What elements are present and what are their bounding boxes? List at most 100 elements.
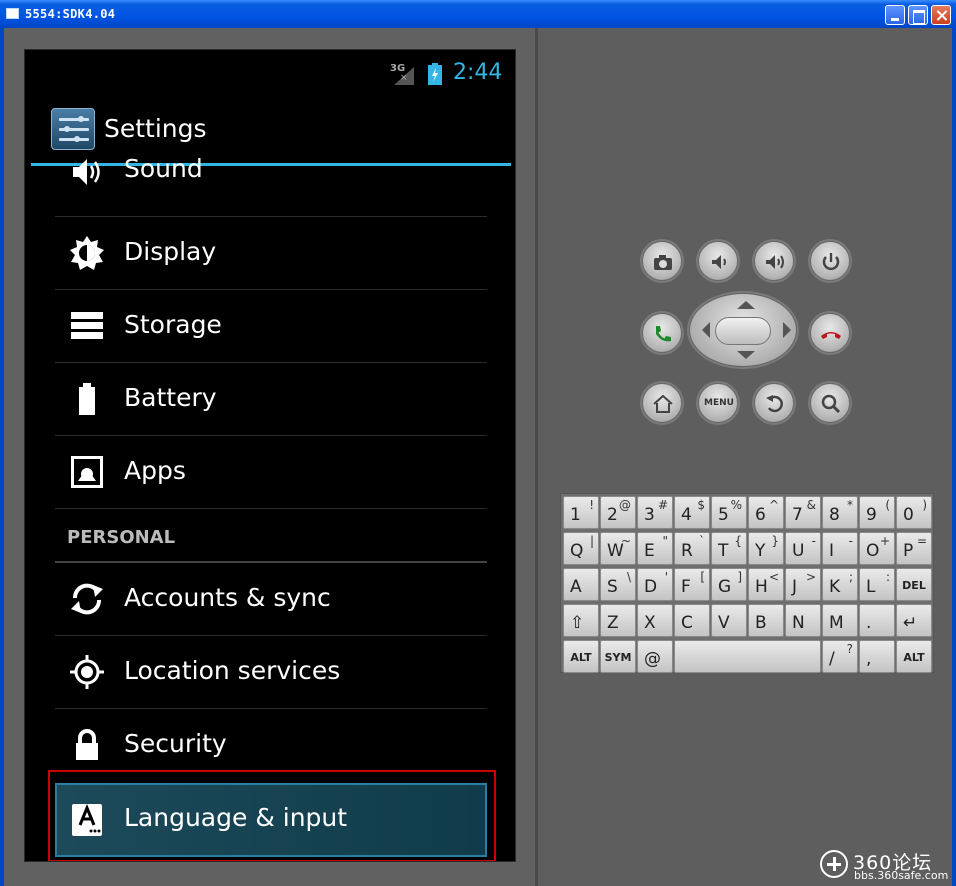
key-8[interactable]: 8 * [822, 496, 858, 529]
key-secondary-label: [ [700, 570, 705, 584]
call-button[interactable] [642, 313, 682, 353]
menu-button[interactable]: MENU [698, 383, 738, 423]
dpad-down-icon[interactable] [737, 351, 755, 359]
key-0[interactable]: 0) [896, 496, 932, 529]
key-e[interactable]: E " [637, 532, 673, 565]
key-label: / [829, 649, 835, 669]
key-label: 4 [681, 505, 692, 525]
key-a[interactable]: A [563, 568, 599, 601]
settings-item-apps[interactable]: Apps [55, 436, 487, 509]
minimize-button[interactable] [885, 5, 905, 25]
dpad-left-icon[interactable] [702, 322, 710, 338]
close-button[interactable] [931, 5, 951, 25]
key-secondary-label: " [662, 534, 668, 548]
key-secondary-label: \ [626, 570, 631, 584]
key-h[interactable]: H < [748, 568, 784, 601]
key-g[interactable]: G] [711, 568, 747, 601]
key-t[interactable]: T{ [711, 532, 747, 565]
dpad-right-icon[interactable] [783, 322, 791, 338]
key-label: 7 [792, 505, 803, 525]
key-21e7[interactable]: ⇧ [563, 604, 599, 637]
key-secondary-label: | [589, 534, 594, 548]
settings-item-accounts-sync[interactable]: Accounts & sync [55, 563, 487, 636]
key-sym[interactable]: SYM [600, 640, 636, 673]
key-n[interactable]: N [785, 604, 821, 637]
key-label: V [718, 613, 730, 633]
dpad-center-button[interactable] [715, 317, 771, 345]
key-w[interactable]: W ~ [600, 532, 636, 565]
key-u[interactable]: U- [785, 532, 821, 565]
key-secondary-label: > [805, 570, 816, 584]
home-button[interactable] [642, 383, 682, 423]
window-titlebar[interactable]: 5554:SDK4.04 [0, 0, 956, 28]
key-m[interactable]: M [822, 604, 858, 637]
window-title: 5554:SDK4.04 [25, 7, 116, 21]
key-alt[interactable]: ALT [896, 640, 932, 673]
key-c[interactable]: C [674, 604, 710, 637]
key-5[interactable]: 5% [711, 496, 747, 529]
key-r[interactable]: R ` [674, 532, 710, 565]
dpad-up-icon[interactable] [737, 301, 755, 309]
key-2e[interactable]: . [859, 604, 895, 637]
key-secondary-label: + [879, 534, 890, 548]
settings-item-location[interactable]: Location services [55, 636, 487, 709]
key-label: ⇧ [570, 613, 585, 633]
key-40[interactable]: @ [637, 640, 673, 673]
key-4[interactable]: 4 $ [674, 496, 710, 529]
key-secondary-label: = [916, 534, 927, 548]
selection-annotation-box [48, 770, 496, 861]
key-j[interactable]: J > [785, 568, 821, 601]
key-y[interactable]: Y} [748, 532, 784, 565]
key-2f[interactable]: /? [822, 640, 858, 673]
key-space[interactable] [674, 640, 821, 673]
key-q[interactable]: Q | [563, 532, 599, 565]
key-label: A [570, 577, 582, 597]
search-button[interactable] [810, 383, 850, 423]
key-1[interactable]: 1! [563, 496, 599, 529]
key-f[interactable]: F[ [674, 568, 710, 601]
key-i[interactable]: I- [822, 532, 858, 565]
key-7[interactable]: 7 & [785, 496, 821, 529]
key-x[interactable]: X [637, 604, 673, 637]
key-9[interactable]: 9( [859, 496, 895, 529]
key-secondary-label: - [811, 534, 816, 548]
key-d[interactable]: D ' [637, 568, 673, 601]
key-21b5[interactable]: ↵ [896, 604, 932, 637]
camera-button[interactable] [642, 241, 682, 281]
key-del[interactable]: DEL [896, 568, 932, 601]
key-v[interactable]: V [711, 604, 747, 637]
key-label: G [718, 577, 732, 597]
key-secondary-label: % [730, 498, 742, 512]
key-alt[interactable]: ALT [563, 640, 599, 673]
key-2c[interactable]: , [859, 640, 895, 673]
key-6[interactable]: 6 ^ [748, 496, 784, 529]
maximize-button[interactable] [908, 5, 928, 25]
key-b[interactable]: B [748, 604, 784, 637]
key-label: 9 [866, 505, 877, 525]
settings-item-display[interactable]: Display [55, 217, 487, 290]
key-secondary-label: : [885, 570, 890, 584]
settings-item-label: Display [124, 237, 217, 266]
key-label: 2 [607, 505, 618, 525]
key-z[interactable]: Z [600, 604, 636, 637]
key-p[interactable]: P = [896, 532, 932, 565]
apps-icon [71, 456, 103, 488]
settings-item-sound[interactable]: Sound [55, 144, 487, 217]
settings-item-storage[interactable]: Storage [55, 290, 487, 363]
key-label: L [866, 577, 876, 597]
power-button[interactable] [810, 241, 850, 281]
key-s[interactable]: S \ [600, 568, 636, 601]
key-l[interactable]: L: [859, 568, 895, 601]
key-o[interactable]: O + [859, 532, 895, 565]
key-label: 6 [755, 505, 766, 525]
volume-up-button[interactable] [754, 241, 794, 281]
key-k[interactable]: K; [822, 568, 858, 601]
end-call-button[interactable] [810, 313, 850, 353]
back-button[interactable] [754, 383, 794, 423]
settings-item-label: Apps [124, 456, 186, 485]
volume-down-button[interactable] [698, 241, 738, 281]
key-label: ↵ [903, 613, 918, 633]
key-2[interactable]: 2 @ [600, 496, 636, 529]
settings-item-battery[interactable]: Battery [55, 363, 487, 436]
key-3[interactable]: 3 # [637, 496, 673, 529]
